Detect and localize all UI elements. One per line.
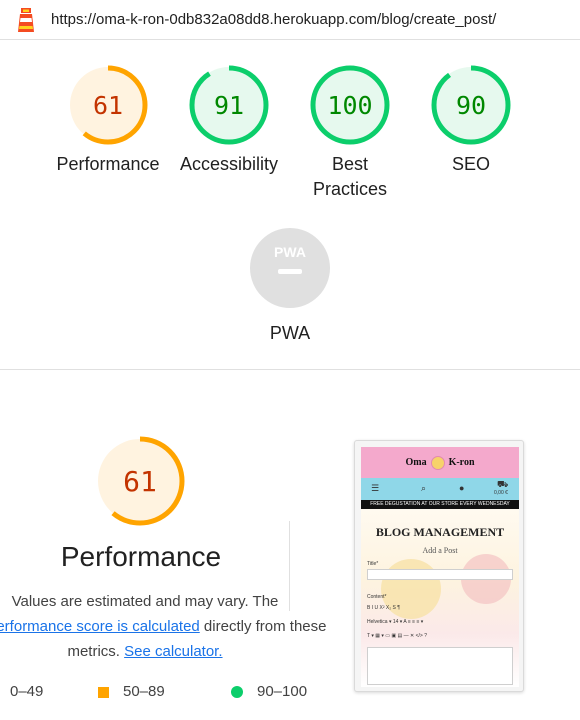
circle-icon xyxy=(231,686,243,699)
screenshot-page: Oma K-ron ☰ ⌕ ● ⛟ 0,00 € FREE DEGUSTATION… xyxy=(361,447,519,687)
accessibility-score: 91 xyxy=(214,91,244,120)
accessibility-gauge-ring: 91 xyxy=(189,65,269,145)
performance-main-gauge: 61 xyxy=(92,433,188,534)
ss-brand-left: Oma xyxy=(405,457,427,468)
performance-gauge[interactable]: 61 Performance xyxy=(48,64,168,177)
accessibility-gauge[interactable]: 91 Accessibility xyxy=(169,64,289,177)
ss-body: BLOG MANAGEMENT Add a Post Title* Conten… xyxy=(361,509,519,687)
final-screenshot[interactable]: Oma K-ron ☰ ⌕ ● ⛟ 0,00 € FREE DEGUSTATION… xyxy=(354,440,524,692)
category-scores: 61 Performance 91 Accessibility 100 Best Prac… xyxy=(0,40,580,370)
seo-gauge-ring: 90 xyxy=(431,65,511,145)
ss-brand-right: K-ron xyxy=(448,457,475,468)
note-line-2: directly from these xyxy=(199,618,327,635)
square-icon xyxy=(98,686,109,698)
seo-score: 90 xyxy=(456,91,486,120)
performance-note: Values are estimated and may vary. The p… xyxy=(0,589,326,664)
ss-navbar: ☰ ⌕ ● ⛟ 0,00 € xyxy=(361,478,519,500)
performance-main-score: 61 xyxy=(123,465,157,498)
ss-content-editor xyxy=(367,647,513,685)
see-calculator-link[interactable]: See calculator. xyxy=(124,643,222,660)
ss-cart-total: 0,00 € xyxy=(494,490,508,496)
seo-label: SEO xyxy=(451,154,490,174)
ss-banner: FREE DEGUSTATION AT OUR STORE EVERY WEDN… xyxy=(361,500,519,509)
ss-header: Oma K-ron xyxy=(361,447,519,478)
performance-section: 61 Performance Values are estimated and … xyxy=(0,371,580,720)
legend-average-range: 50–89 xyxy=(123,683,165,700)
ss-toolbar-row-2: Helvetica ▾ 14 ▾ A ≡ ≡ ≡ ▾ xyxy=(367,619,424,625)
ss-title-input xyxy=(367,569,513,580)
best-practices-label: Best Practices xyxy=(312,154,388,199)
ss-toolbar-row-3: T ▾ ▦ ▾ ▭ ▣ ▤ — ✕ </> ? xyxy=(367,633,427,639)
score-calculated-link[interactable]: performance score is calculated xyxy=(0,618,200,635)
seo-gauge[interactable]: 90 SEO xyxy=(411,64,531,177)
best-practices-gauge[interactable]: 100 Best Practices xyxy=(290,64,410,202)
legend-fail: 0–49 xyxy=(0,683,43,700)
pwa-label: PWA xyxy=(269,323,311,343)
legend-pass-range: 90–100 xyxy=(257,683,308,700)
ss-subheading: Add a Post xyxy=(422,546,458,555)
ss-title-label: Title* xyxy=(367,561,379,567)
divider xyxy=(289,521,290,611)
performance-score: 61 xyxy=(93,91,123,120)
note-line-3: metrics. xyxy=(67,643,125,660)
user-icon: ● xyxy=(459,483,465,493)
ss-toolbar-row-1: B I U X² X₂ S ¶ xyxy=(367,605,400,611)
mascot-icon xyxy=(430,455,445,470)
pwa-badge-text: PWA xyxy=(274,244,306,260)
best-practices-score: 100 xyxy=(327,91,372,120)
ss-content-label: Content* xyxy=(367,594,387,600)
legend-pass: 90–100 xyxy=(231,683,307,700)
search-icon: ⌕ xyxy=(421,483,427,493)
best-practices-gauge-ring: 100 xyxy=(310,65,390,145)
accessibility-label: Accessibility xyxy=(179,154,279,174)
legend-average: 50–89 xyxy=(98,683,165,700)
page-url: https://oma-k-ron-0db832a08dd8.herokuapp… xyxy=(51,11,497,28)
menu-icon: ☰ xyxy=(371,483,380,493)
note-line-1: Values are estimated and may vary. The xyxy=(11,593,279,610)
address-bar: https://oma-k-ron-0db832a08dd8.herokuapp… xyxy=(0,0,580,40)
performance-title: Performance xyxy=(60,541,222,572)
performance-gauge-ring: 61 xyxy=(68,65,148,145)
pwa-gauge[interactable]: PWA PWA xyxy=(230,227,350,346)
performance-label: Performance xyxy=(56,154,160,174)
pwa-badge-icon: PWA xyxy=(250,228,330,308)
legend-fail-range: 0–49 xyxy=(10,683,44,700)
ss-heading: BLOG MANAGEMENT xyxy=(375,525,505,539)
lighthouse-icon xyxy=(18,8,34,32)
